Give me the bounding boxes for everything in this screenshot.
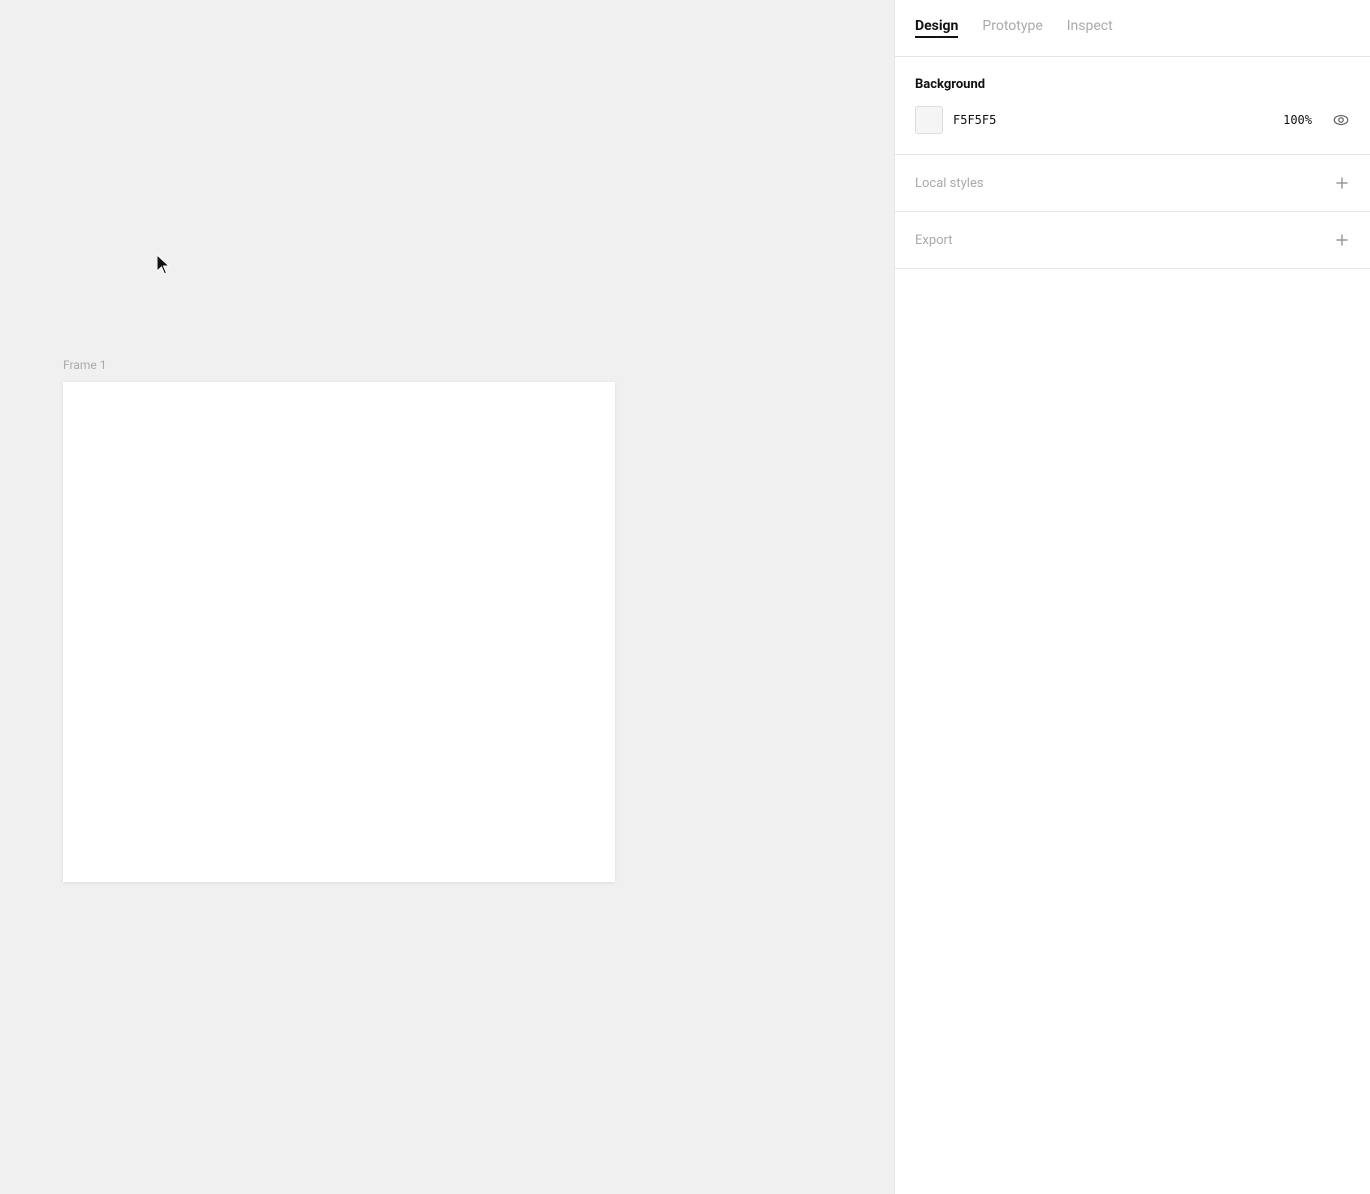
export-title: Export	[915, 233, 953, 248]
cursor-icon	[157, 255, 173, 275]
background-opacity[interactable]: 100%	[1283, 113, 1312, 127]
background-title: Background	[915, 77, 985, 92]
panel-tabs: Design Prototype Inspect	[895, 0, 1370, 57]
background-row: F5F5F5 100%	[915, 106, 1350, 134]
export-section: Export	[895, 212, 1370, 269]
local-styles-header: Local styles	[915, 175, 1350, 191]
frame-label: Frame 1	[63, 358, 106, 372]
tab-prototype[interactable]: Prototype	[982, 18, 1042, 38]
tab-design[interactable]: Design	[915, 18, 958, 38]
background-color-swatch[interactable]	[915, 106, 943, 134]
right-panel: Design Prototype Inspect Background F5F5…	[894, 0, 1370, 1194]
canvas-frame	[63, 382, 615, 882]
tab-inspect[interactable]: Inspect	[1067, 18, 1113, 38]
local-styles-title: Local styles	[915, 176, 984, 191]
eye-icon[interactable]	[1332, 111, 1350, 129]
export-add-button[interactable]	[1334, 232, 1350, 248]
background-section-header: Background	[915, 77, 1350, 92]
local-styles-add-button[interactable]	[1334, 175, 1350, 191]
background-section: Background F5F5F5 100%	[895, 57, 1370, 155]
local-styles-section: Local styles	[895, 155, 1370, 212]
canvas-area: Frame 1	[0, 0, 894, 1194]
background-color-hex[interactable]: F5F5F5	[953, 113, 1273, 127]
panel-content: Background F5F5F5 100% Local styles	[895, 57, 1370, 1194]
export-section-header: Export	[915, 232, 1350, 248]
